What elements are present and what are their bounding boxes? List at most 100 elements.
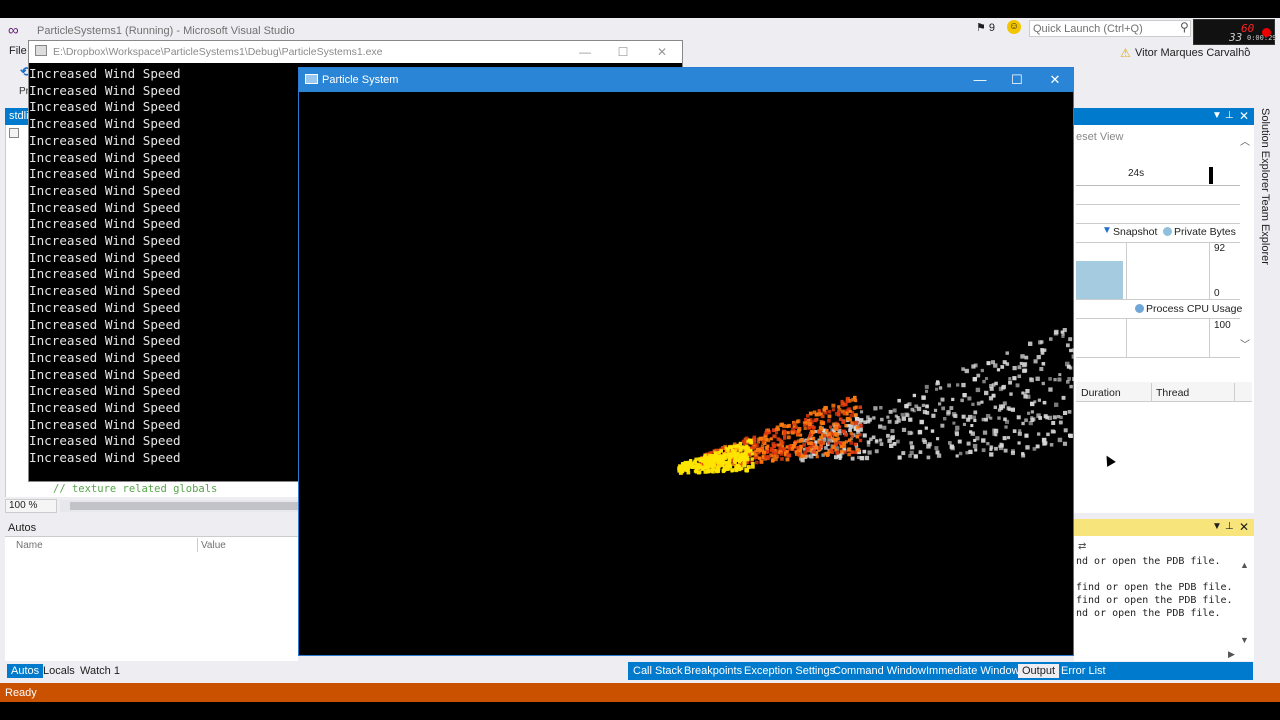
particle bbox=[1005, 351, 1009, 355]
close-icon[interactable]: ✕ bbox=[1239, 520, 1249, 534]
minimize-button[interactable]: — bbox=[565, 43, 605, 61]
particle bbox=[750, 457, 754, 461]
particle bbox=[951, 412, 957, 417]
particle bbox=[973, 363, 978, 368]
particle bbox=[691, 461, 695, 465]
particle bbox=[707, 456, 711, 461]
maximize-button[interactable]: ☐ bbox=[998, 69, 1036, 91]
particle bbox=[914, 404, 919, 409]
tab-immediate-window[interactable]: Immediate Window bbox=[922, 664, 1024, 678]
particle bbox=[796, 452, 801, 457]
tab-output[interactable]: Output bbox=[1018, 664, 1060, 678]
particle bbox=[770, 459, 775, 463]
maximize-button[interactable]: ☐ bbox=[603, 43, 643, 61]
chevron-up-icon[interactable]: ⌃ bbox=[1243, 46, 1251, 57]
particle bbox=[973, 418, 977, 423]
particle bbox=[1024, 355, 1029, 360]
chevron-up-icon[interactable]: ▲ bbox=[1240, 560, 1249, 570]
particle bbox=[1002, 436, 1007, 441]
particle bbox=[994, 433, 998, 437]
particle-window-title-bar[interactable] bbox=[299, 68, 1074, 92]
tab-team-explorer[interactable]: Team Explorer bbox=[1259, 194, 1271, 265]
user-account-name[interactable]: Vitor Marques Carvalho bbox=[1135, 47, 1250, 59]
pin-icon[interactable]: ⊥ bbox=[1225, 521, 1234, 532]
reset-view-link[interactable]: eset View bbox=[1076, 131, 1124, 143]
particle bbox=[820, 414, 825, 419]
dropdown-icon[interactable]: ▼ bbox=[1212, 521, 1222, 532]
particle bbox=[824, 406, 828, 410]
particle bbox=[730, 469, 734, 473]
scrollbar-thumb[interactable] bbox=[70, 502, 298, 510]
column-divider[interactable] bbox=[197, 538, 198, 552]
particle bbox=[802, 443, 806, 447]
particle bbox=[697, 470, 702, 474]
particle bbox=[752, 438, 757, 442]
menu-file[interactable]: File bbox=[9, 45, 27, 57]
particle bbox=[792, 445, 796, 449]
tab-call-stack[interactable]: Call Stack bbox=[629, 664, 687, 678]
particle bbox=[812, 449, 817, 454]
particle bbox=[947, 383, 952, 388]
particle bbox=[879, 406, 883, 410]
timeline-cursor[interactable] bbox=[1209, 167, 1213, 184]
column-divider[interactable] bbox=[1234, 383, 1235, 401]
particle bbox=[803, 426, 807, 431]
particle bbox=[917, 429, 923, 435]
tab-watch-1[interactable]: Watch 1 bbox=[76, 664, 124, 678]
particle bbox=[731, 454, 736, 458]
chevron-right-icon[interactable]: ▶ bbox=[1228, 649, 1235, 660]
particle bbox=[908, 454, 912, 458]
particle bbox=[961, 414, 966, 419]
particle bbox=[823, 452, 828, 456]
chevron-down-icon[interactable]: ﹀ bbox=[1240, 336, 1250, 351]
tab-locals[interactable]: Locals bbox=[39, 664, 79, 678]
particle bbox=[808, 434, 812, 438]
particle bbox=[700, 456, 704, 461]
search-icon[interactable]: ⚲ bbox=[1180, 20, 1189, 34]
particle bbox=[757, 456, 762, 460]
pin-icon[interactable]: ⊥ bbox=[1225, 110, 1234, 121]
close-button[interactable]: ✕ bbox=[1036, 69, 1074, 91]
tab-breakpoints[interactable]: Breakpoints bbox=[680, 664, 746, 678]
particle bbox=[782, 447, 786, 452]
autos-column-name[interactable]: Name bbox=[16, 540, 43, 551]
tab-command-window[interactable]: Command Window bbox=[829, 664, 930, 678]
dropdown-icon[interactable]: ▼ bbox=[1212, 110, 1222, 121]
column-divider[interactable] bbox=[1151, 383, 1152, 401]
chevron-down-icon[interactable]: ▼ bbox=[1240, 635, 1249, 645]
particle bbox=[864, 455, 870, 461]
particle bbox=[827, 441, 831, 445]
particle bbox=[1062, 441, 1068, 446]
particle bbox=[743, 445, 747, 450]
particle bbox=[734, 465, 738, 469]
timeline-ruler[interactable] bbox=[1076, 166, 1240, 186]
close-icon[interactable]: ✕ bbox=[1239, 109, 1249, 123]
zoom-level-dropdown[interactable]: 100 % bbox=[5, 499, 57, 513]
particle bbox=[803, 423, 807, 427]
particle bbox=[831, 445, 836, 450]
console-line: Increased Wind Speed bbox=[29, 333, 181, 349]
notification-flag-icon[interactable]: ⚑ 9 bbox=[976, 21, 995, 34]
particle bbox=[719, 449, 723, 453]
private-bytes-legend-dot bbox=[1163, 227, 1172, 236]
tab-autos[interactable]: Autos bbox=[7, 664, 44, 678]
autos-column-value[interactable]: Value bbox=[201, 540, 226, 551]
close-button[interactable]: ✕ bbox=[642, 43, 682, 61]
particle bbox=[1066, 343, 1070, 348]
chevron-up-icon[interactable]: ︿ bbox=[1240, 133, 1250, 148]
particle bbox=[1030, 401, 1035, 407]
tab-solution-explorer[interactable]: Solution Explorer bbox=[1259, 108, 1271, 192]
quick-launch-input[interactable]: Quick Launch (Ctrl+Q) bbox=[1029, 20, 1191, 37]
tab-error-list[interactable]: Error List bbox=[1057, 664, 1110, 678]
minimize-button[interactable]: — bbox=[961, 69, 999, 91]
feedback-smiley-icon[interactable]: ☺ bbox=[1007, 20, 1021, 34]
word-wrap-icon[interactable]: ⇄ bbox=[1078, 541, 1086, 552]
column-duration[interactable]: Duration bbox=[1081, 387, 1121, 399]
column-thread[interactable]: Thread bbox=[1156, 387, 1189, 399]
particle bbox=[975, 387, 981, 393]
tab-exception-settings[interactable]: Exception Settings bbox=[740, 664, 839, 678]
particle bbox=[867, 450, 872, 455]
particle bbox=[949, 444, 954, 449]
particle bbox=[758, 436, 763, 441]
particle bbox=[834, 432, 838, 436]
